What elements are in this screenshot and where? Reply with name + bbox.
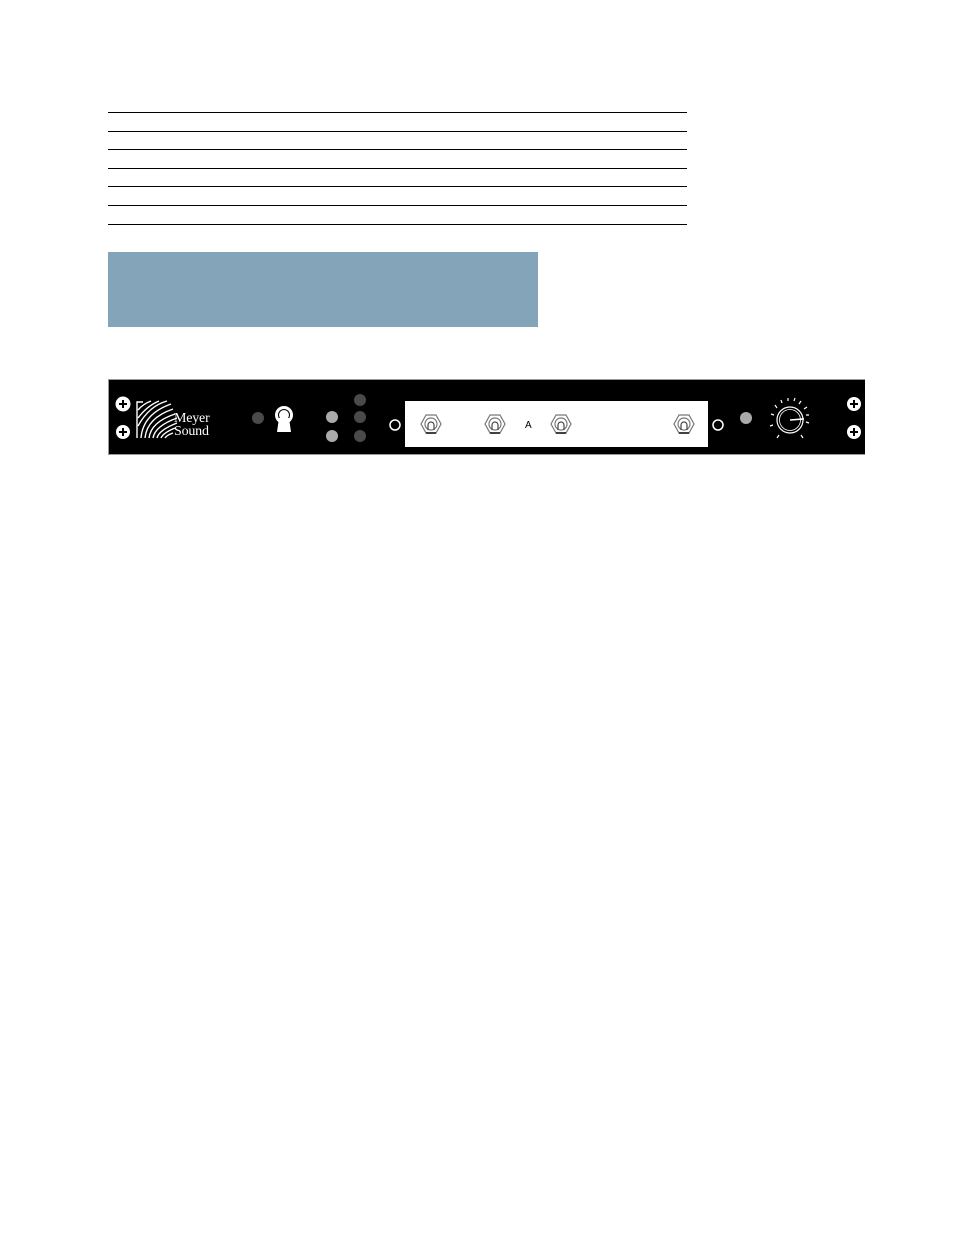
front-panel: Meyer Sound A: [108, 379, 865, 455]
led-b: [326, 430, 338, 442]
led-d: [354, 411, 366, 423]
mounting-hole-icon: [712, 419, 724, 431]
brand-line2: Sound: [174, 424, 209, 439]
rack-screw-icon: [116, 425, 130, 439]
rack-screw-icon: [115, 396, 131, 412]
note-box: [108, 252, 538, 327]
led-c: [354, 394, 366, 406]
led-power: [252, 412, 264, 424]
toggle-switch-icon[interactable]: [484, 414, 506, 434]
led-e: [354, 430, 366, 442]
input-label: A: [525, 420, 532, 431]
rack-screw-icon: [847, 397, 861, 411]
table-rule: [108, 131, 687, 132]
level-knob[interactable]: [769, 397, 810, 439]
power-switch-icon[interactable]: [275, 406, 293, 432]
io-window: [405, 401, 708, 447]
meyer-sound-logo-icon: [136, 400, 178, 439]
brand-logo-text: Meyer Sound: [174, 412, 210, 439]
toggle-switch-icon[interactable]: [550, 414, 572, 434]
table-rule: [108, 149, 687, 150]
table-rule: [108, 224, 687, 225]
led-right: [740, 412, 752, 424]
table-rule: [108, 168, 687, 169]
rack-screw-icon: [847, 425, 861, 439]
table-rule: [108, 205, 687, 206]
table-rule: [108, 186, 687, 187]
mounting-hole-icon: [389, 419, 401, 431]
table-rule: [108, 112, 687, 113]
io-switches: [420, 414, 695, 434]
toggle-switch-icon[interactable]: [420, 414, 442, 434]
toggle-switch-icon[interactable]: [673, 414, 695, 434]
led-a: [326, 411, 338, 423]
